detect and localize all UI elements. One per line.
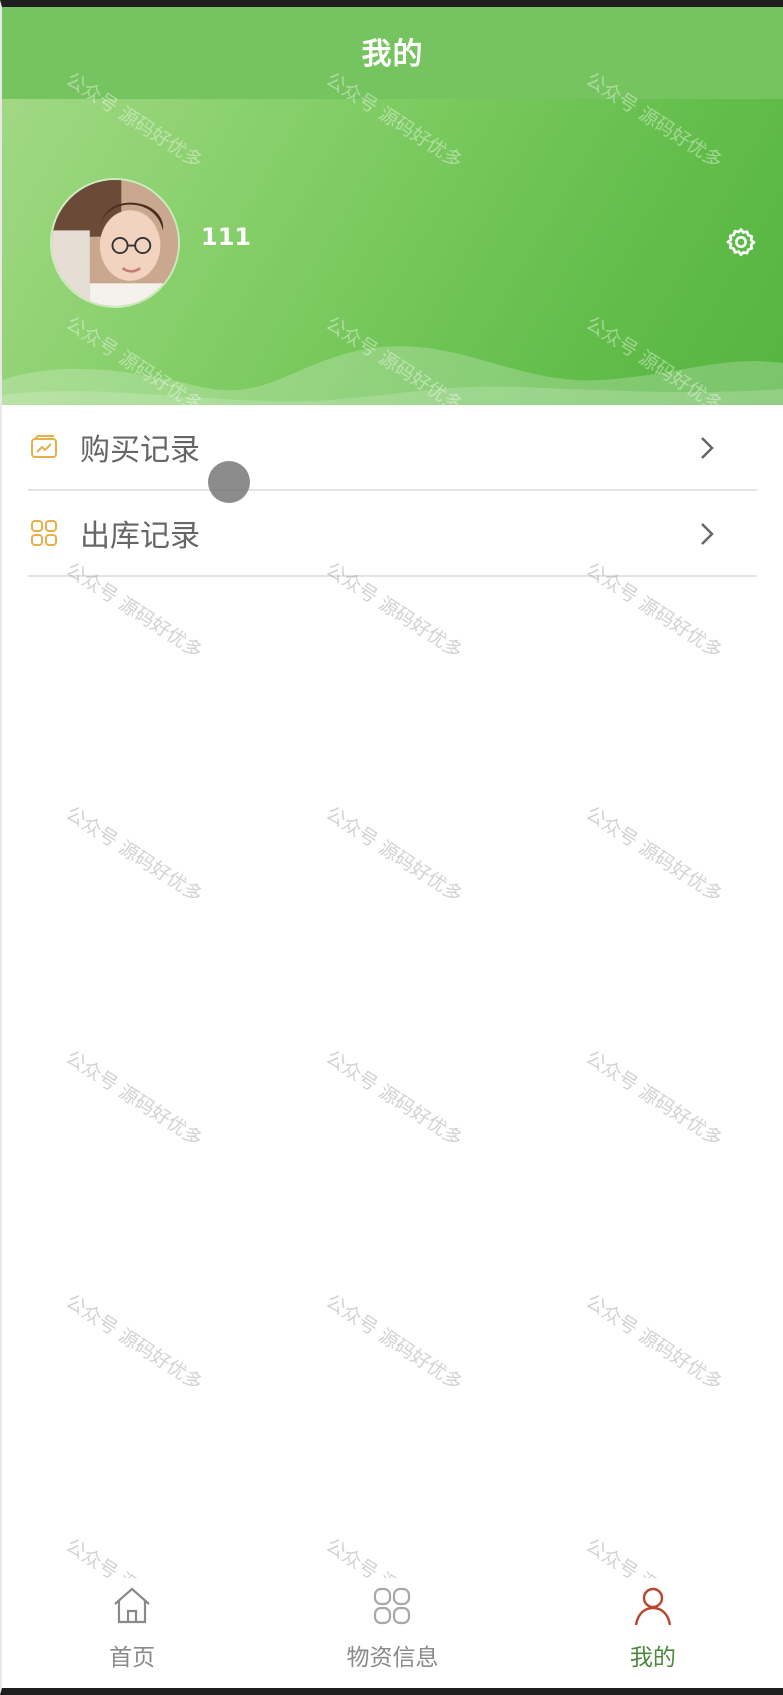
avatar-photo [52,180,178,306]
chevron-right-icon [701,437,714,459]
wave-decoration [2,346,783,405]
tab-label: 首页 [109,1645,156,1671]
profile-header: 111 [2,99,783,405]
tab-label: 我的 [629,1645,676,1671]
menu-item-purchase-records[interactable]: 购买记录 [28,405,757,491]
username: 111 [201,223,252,251]
grid-icon [374,1587,411,1625]
outbound-record-icon [31,520,57,546]
user-icon [634,1587,671,1626]
watermark: 公众号 源码好优多 [61,802,207,907]
watermark: 公众号 源码好优多 [581,802,727,907]
menu-item-label: 购买记录 [80,433,200,468]
phone-screen: 我的 111 购买记录 出库记录 公众号 源码好优多 公众号 源码好优多 公众号… [0,0,783,1695]
watermark: 公众号 源码好优多 [61,1046,207,1151]
touch-indicator [208,461,250,503]
avatar[interactable] [50,178,180,308]
tab-home[interactable]: 首页 [2,1578,262,1688]
watermark: 公众号 源码好优多 [61,1290,207,1395]
chevron-right-icon [701,523,714,545]
menu-item-outbound-records[interactable]: 出库记录 [28,491,757,577]
gear-icon [726,228,756,256]
page-title: 我的 [361,37,424,72]
tab-label: 物资信息 [346,1645,439,1671]
watermark: 公众号 源码好优多 [581,1046,727,1151]
nav-bar: 我的 [2,7,783,99]
tab-mine[interactable]: 我的 [523,1578,783,1688]
watermark: 公众号 源码好优多 [321,1290,467,1395]
home-icon [114,1587,150,1624]
bottom-tab-bar: 首页 物资信息 我的 [2,1578,783,1688]
settings-button[interactable] [722,223,760,261]
tab-materials[interactable]: 物资信息 [262,1578,522,1688]
menu-item-label: 出库记录 [80,519,200,554]
menu-list: 购买记录 出库记录 [2,405,783,577]
watermark: 公众号 源码好优多 [581,1290,727,1395]
purchase-record-icon [31,435,57,458]
watermark: 公众号 源码好优多 [321,802,467,907]
watermark: 公众号 源码好优多 [321,1046,467,1151]
